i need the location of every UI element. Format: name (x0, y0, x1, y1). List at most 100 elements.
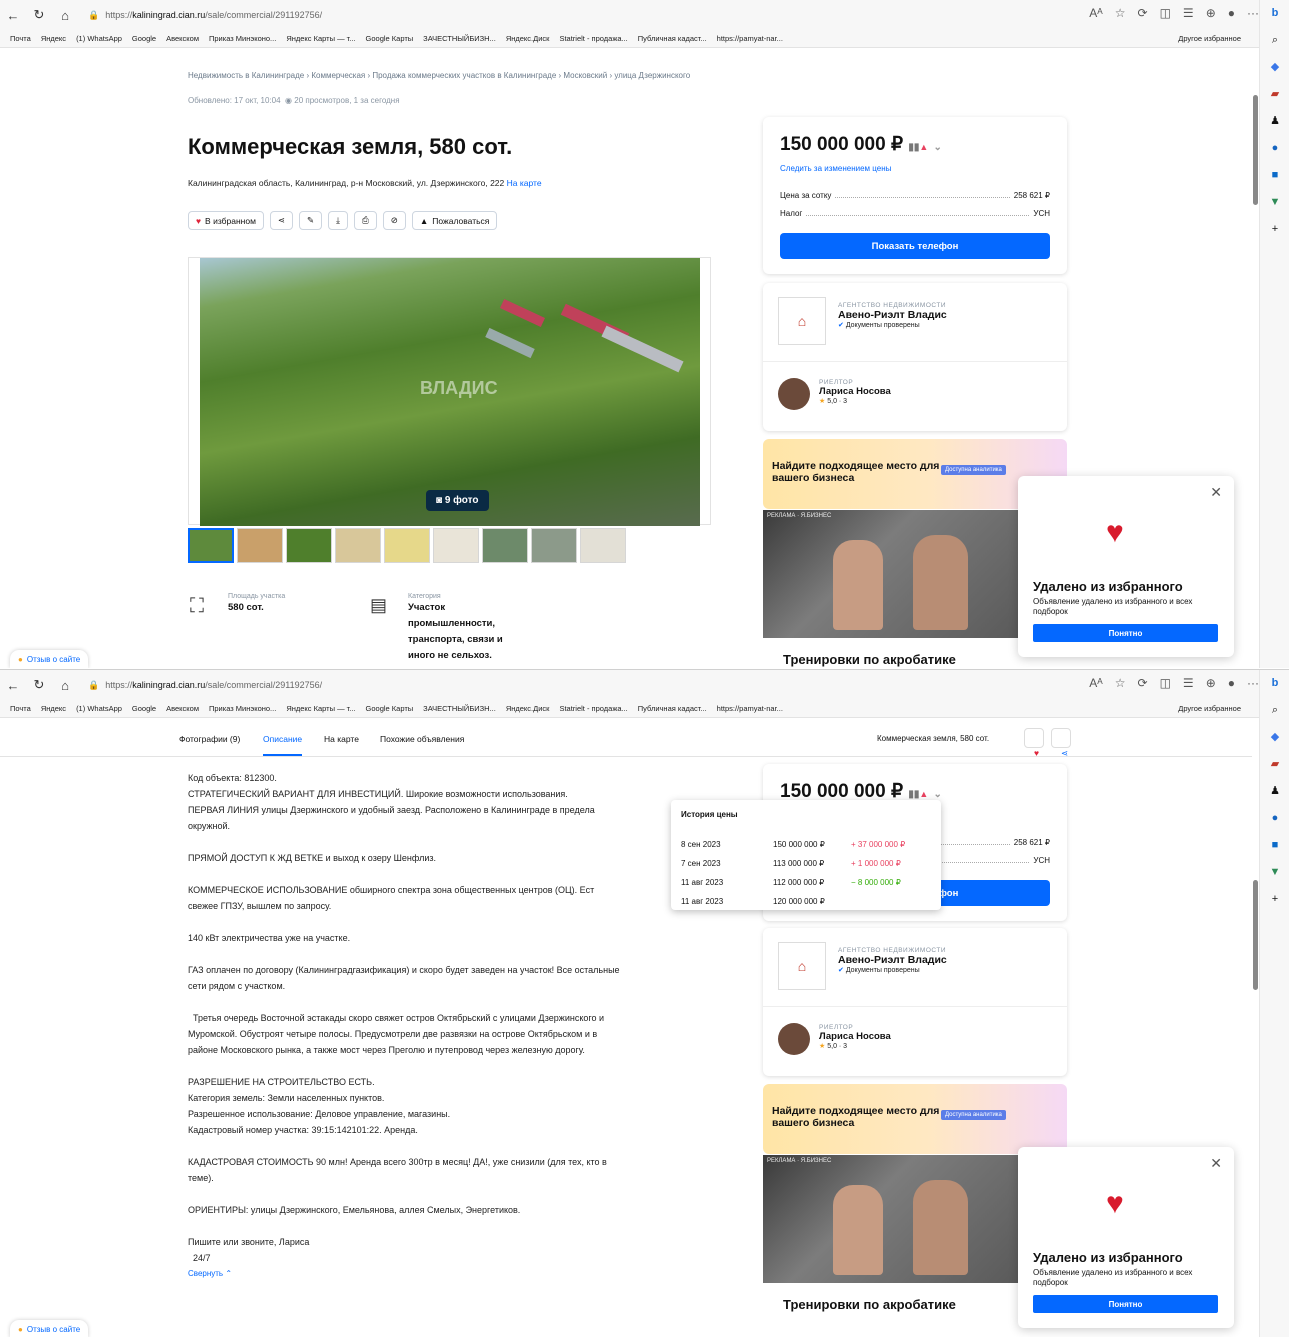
tools-icon[interactable]: ▼ (1260, 189, 1289, 216)
photos-count-button[interactable]: ◙ 9 фото (426, 490, 489, 511)
address-bar[interactable]: 🔒 https://kaliningrad.cian.ru/sale/comme… (88, 10, 688, 21)
thumbnail[interactable] (237, 528, 283, 563)
office-icon[interactable]: ● (1260, 135, 1289, 162)
thumbnail[interactable] (580, 528, 626, 563)
home-icon[interactable]: ⌂ (52, 8, 78, 23)
close-icon[interactable]: ✕ (1210, 1155, 1222, 1172)
bookmark[interactable]: Публичная кадаст... (638, 704, 707, 713)
print-button[interactable]: ⎙ (353, 211, 377, 230)
thumbnail[interactable] (335, 528, 381, 563)
back-icon[interactable]: ← (0, 678, 26, 693)
ad-title[interactable]: Тренировки по акробатике (783, 652, 956, 667)
bookmark[interactable]: Яндекс Карты — т... (286, 34, 355, 43)
ok-button[interactable]: Понятно (1033, 1295, 1218, 1313)
realtor-name[interactable]: Лариса Носова (819, 386, 891, 397)
bookmark[interactable]: Публичная кадаст... (638, 34, 707, 43)
favorite-button[interactable]: ♥ В избранном (188, 211, 264, 230)
bookmark[interactable]: Statrielt - продажа... (559, 34, 627, 43)
reload-icon[interactable]: ↻ (26, 677, 52, 693)
thumbnail[interactable] (531, 528, 577, 563)
split-icon[interactable]: ◫ (1160, 676, 1171, 690)
profile-icon[interactable]: ● (1228, 6, 1235, 20)
scrollbar[interactable] (1252, 720, 1260, 1332)
bookmark[interactable]: ЗАЧЕСТНЫЙБИЗН... (423, 34, 496, 43)
hide-button[interactable]: ⊘ (382, 211, 406, 230)
tools-icon[interactable]: ▼ (1260, 859, 1289, 886)
bookmark[interactable]: Яндекс.Диск (506, 704, 550, 713)
address-bar[interactable]: 🔒 https://kaliningrad.cian.ru/sale/comme… (88, 680, 688, 691)
outlook-icon[interactable]: ■ (1260, 832, 1289, 859)
sticky-favorite-button[interactable]: ♥ (1024, 728, 1044, 758)
bookmark[interactable]: Google (132, 34, 156, 43)
show-phone-button[interactable]: Показать телефон (780, 233, 1050, 259)
thumbnail[interactable] (188, 528, 234, 563)
profile-icon[interactable]: ● (1228, 676, 1235, 690)
bookmark[interactable]: Google Карты (366, 34, 414, 43)
feedback-button[interactable]: ● Отзыв о сайте (10, 1320, 89, 1337)
tag-icon[interactable]: ◆ (1260, 724, 1289, 751)
bookmark[interactable]: Google (132, 704, 156, 713)
tab-map[interactable]: На карте (324, 734, 359, 744)
read-aloud-icon[interactable]: Aᴬ (1089, 676, 1102, 690)
bookmark[interactable]: (1) WhatsApp (76, 704, 122, 713)
read-aloud-icon[interactable]: Aᴬ (1089, 6, 1102, 20)
share-button[interactable]: ⋖ (269, 211, 294, 230)
collections-icon[interactable]: ⊕ (1206, 676, 1216, 690)
bookmark[interactable]: Почта (10, 34, 31, 43)
bookmark[interactable]: Авекском (166, 34, 199, 43)
report-button[interactable]: ▲ Пожаловаться (411, 211, 498, 230)
more-icon[interactable]: ··· (1247, 6, 1259, 20)
star-icon[interactable]: ☆ (1115, 6, 1126, 20)
star-icon[interactable]: ☆ (1115, 676, 1126, 690)
bing-icon[interactable]: b (1260, 670, 1289, 697)
agency-name[interactable]: Авено-Риэлт Владис (838, 954, 947, 966)
download-button[interactable]: ⤓ (328, 211, 348, 230)
ad-banner[interactable]: РЕКЛАМА · Я.БИЗНЕС (763, 510, 1018, 638)
search-icon[interactable]: ⌕ (1260, 27, 1289, 54)
thumbnail[interactable] (482, 528, 528, 563)
games-icon[interactable]: ♟ (1260, 778, 1289, 805)
realtor-name[interactable]: Лариса Носова (819, 1031, 891, 1042)
add-icon[interactable]: + (1260, 216, 1289, 243)
more-icon[interactable]: ··· (1247, 676, 1259, 690)
thumbnail[interactable] (384, 528, 430, 563)
bookmark[interactable]: Почта (10, 704, 31, 713)
thumbnail[interactable] (433, 528, 479, 563)
main-photo[interactable]: ВЛАДИС ◙ 9 фото (188, 257, 711, 526)
agency-name[interactable]: Авено-Риэлт Владис (838, 309, 947, 321)
bookmark[interactable]: Яндекс.Диск (506, 34, 550, 43)
bookmark[interactable]: (1) WhatsApp (76, 34, 122, 43)
bookmark[interactable]: https://pamyat-nar... (717, 34, 783, 43)
bookmark[interactable]: Приказ Минэконо... (209, 704, 276, 713)
tab-similar[interactable]: Похожие объявления (380, 734, 464, 744)
add-icon[interactable]: + (1260, 886, 1289, 913)
breadcrumb[interactable]: Недвижимость в Калининграде › Коммерческ… (188, 71, 690, 80)
scrollbar[interactable] (1252, 50, 1260, 662)
bookmark[interactable]: Приказ Минэконо... (209, 34, 276, 43)
bookmark[interactable]: Яндекс (41, 704, 66, 713)
bookmark[interactable]: ЗАЧЕСТНЫЙБИЗН... (423, 704, 496, 713)
refresh-icon[interactable]: ⟳ (1138, 676, 1148, 690)
bookmark[interactable]: Statrielt - продажа... (559, 704, 627, 713)
bookmark[interactable]: Google Карты (366, 704, 414, 713)
outlook-icon[interactable]: ■ (1260, 162, 1289, 189)
watch-price-link[interactable]: Следить за изменением цены (780, 164, 891, 173)
bookmark[interactable]: https://pamyat-nar... (717, 704, 783, 713)
favorites-icon[interactable]: ☰ (1183, 6, 1194, 20)
briefcase-icon[interactable]: ▰ (1260, 751, 1289, 778)
bing-icon[interactable]: b (1260, 0, 1289, 27)
promo-banner[interactable]: Найдите подходящее место для вашего бизн… (763, 1084, 1067, 1154)
tag-icon[interactable]: ◆ (1260, 54, 1289, 81)
on-map-link[interactable]: На карте (507, 178, 542, 188)
tab-description[interactable]: Описание (263, 734, 303, 756)
bookmark[interactable]: Яндекс Карты — т... (286, 704, 355, 713)
edit-button[interactable]: ✎ (299, 211, 323, 230)
favorites-icon[interactable]: ☰ (1183, 676, 1194, 690)
sticky-share-button[interactable]: ⋖ (1051, 728, 1071, 758)
office-icon[interactable]: ● (1260, 805, 1289, 832)
back-icon[interactable]: ← (0, 8, 26, 23)
tab-photos[interactable]: Фотографии (9) (179, 734, 240, 744)
close-icon[interactable]: ✕ (1210, 484, 1222, 501)
ok-button[interactable]: Понятно (1033, 624, 1218, 642)
briefcase-icon[interactable]: ▰ (1260, 81, 1289, 108)
